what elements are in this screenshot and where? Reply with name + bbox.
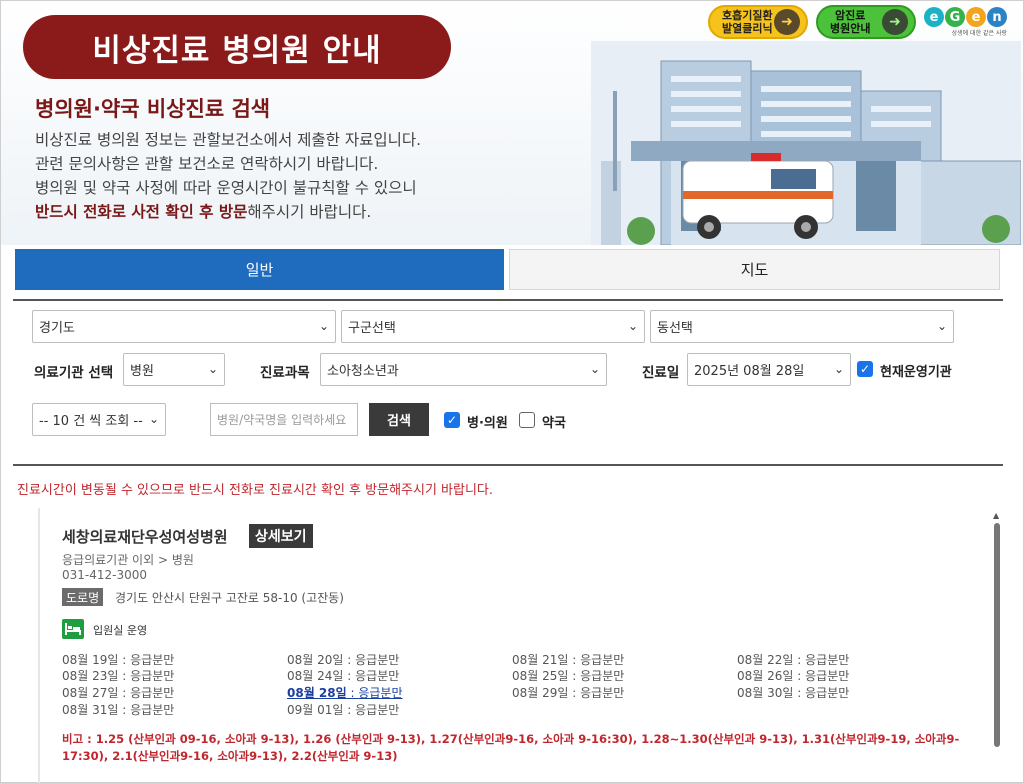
date-value: 2025년 08월 28일: [694, 364, 805, 379]
scrollbar-thumb[interactable]: [994, 523, 1000, 747]
ward-label: 입원실 운영: [93, 624, 148, 637]
hospital-name: 세창의료재단우성여성병원: [62, 528, 228, 546]
schedule-day: 08월 25일 : 응급분만: [512, 669, 625, 683]
remark-text: 비고 : 1.25 (산부인과 09-16, 소아과 9-13), 1.26 (…: [62, 732, 960, 763]
desc-emphasis: 반드시 전화로 사전 확인 후 방문: [35, 203, 248, 221]
desc-line: 병의원 및 약국 사정에 따라 운영시간이 불규칙할 수 있으니: [35, 179, 417, 197]
chevron-down-icon: ⌄: [148, 412, 159, 426]
district-value: 구군선택: [348, 321, 396, 336]
subject-select[interactable]: 소아청소년과 ⌄: [320, 353, 607, 386]
district-select[interactable]: 구군선택 ⌄: [341, 310, 645, 343]
schedule-day: 08월 30일 : 응급분만: [737, 686, 850, 700]
logo-letter: e: [966, 7, 986, 27]
desc-line: 비상진료 병의원 정보는 관할보건소에서 제출한 자료입니다.: [35, 131, 422, 149]
schedule-day: 08월 26일 : 응급분만: [737, 669, 850, 683]
operating-label: 현재운영기관: [880, 365, 952, 380]
chevron-down-icon: ⌄: [936, 319, 947, 333]
chevron-down-icon: ⌄: [833, 362, 844, 376]
hospital-address: 경기도 안산시 단원구 고잔로 58-10 (고잔동): [115, 591, 344, 605]
subject-value: 소아청소년과: [327, 364, 399, 379]
fever-clinic-label: 호흡기질환 발열클리닉: [722, 9, 773, 35]
logo-letter: e: [924, 7, 944, 27]
schedule-day: 08월 24일 : 응급분만: [287, 669, 400, 683]
schedule-day: 08월 29일 : 응급분만: [512, 686, 625, 700]
schedule-day: 08월 31일 : 응급분만: [62, 703, 175, 717]
logo-letter: n: [987, 7, 1007, 27]
tab-map[interactable]: 지도: [509, 249, 1000, 290]
hospital-category: 응급의료기관 이외 > 병원: [62, 553, 194, 567]
page-size-value: -- 10 건 씩 조회 --: [39, 414, 143, 429]
facility-select[interactable]: 병원 ⌄: [123, 353, 225, 386]
schedule-day: 08월 22일 : 응급분만: [737, 653, 850, 667]
dong-select[interactable]: 동선택 ⌄: [650, 310, 954, 343]
divider: [13, 299, 1003, 301]
schedule-day: 08월 23일 : 응급분만: [62, 669, 175, 683]
search-input[interactable]: 병원/약국명을 입력하세요: [210, 403, 358, 436]
facility-value: 병원: [130, 364, 154, 379]
facility-label: 의료기관 선택: [34, 365, 114, 381]
hospital-illustration: [591, 41, 1021, 245]
cancer-hospital-label: 암진료 병원안내: [830, 9, 871, 35]
desc-line: 반드시 전화로 사전 확인 후 방문해주시기 바랍니다.: [35, 200, 421, 224]
divider: [13, 464, 1003, 466]
desc-rest: 해주시기 바랍니다.: [247, 203, 372, 221]
tab-general[interactable]: 일반: [15, 249, 504, 290]
scroll-up-icon[interactable]: ▲: [993, 511, 999, 520]
page-size-select[interactable]: -- 10 건 씩 조회 -- ⌄: [32, 403, 166, 436]
schedule-day: 08월 21일 : 응급분만: [512, 653, 625, 667]
bed-icon: [62, 619, 84, 639]
schedule-day-today[interactable]: 08월 28일 : 응급분만: [287, 684, 403, 701]
schedule-day: 08월 19일 : 응급분만: [62, 653, 175, 667]
page-title: 비상진료 병의원 안내: [23, 15, 451, 79]
schedule-day: 08월 27일 : 응급분만: [62, 686, 175, 700]
hospital-phone: 031-412-3000: [62, 568, 148, 582]
chevron-down-icon: ⌄: [318, 319, 329, 333]
view-tabs: 일반 지도: [15, 249, 1000, 290]
logo-tagline: 상생에 대한 같은 사랑: [951, 30, 1007, 37]
province-value: 경기도: [39, 321, 75, 336]
cancer-hospital-button[interactable]: 암진료 병원안내 ➜: [816, 5, 916, 39]
dong-value: 동선택: [657, 321, 693, 336]
province-select[interactable]: 경기도 ⌄: [32, 310, 336, 343]
search-button[interactable]: 검색: [369, 403, 429, 436]
schedule-day: 08월 20일 : 응급분만: [287, 653, 400, 667]
chevron-down-icon: ⌄: [207, 362, 218, 376]
logo-letter: G: [945, 7, 965, 27]
header-banner: 비상진료 병의원 안내 병의원·약국 비상진료 검색 비상진료 병의원 정보는 …: [1, 1, 1023, 245]
date-select[interactable]: 2025년 08월 28일 ⌄: [687, 353, 851, 386]
banner-subtitle: 병의원·약국 비상진료 검색: [35, 97, 271, 121]
operating-checkbox[interactable]: ✓: [857, 361, 873, 377]
chevron-down-icon: ⌄: [589, 362, 600, 376]
arrow-circle-icon: ➜: [774, 9, 800, 35]
pharmacy-checkbox[interactable]: [519, 412, 535, 428]
desc-line: 관련 문의사항은 관할 보건소로 연락하시기 바랍니다.: [35, 155, 379, 173]
hospital-checkbox[interactable]: ✓: [444, 412, 460, 428]
fever-clinic-button[interactable]: 호흡기질환 발열클리닉 ➜: [708, 5, 808, 39]
subject-label: 진료과목: [260, 365, 310, 381]
banner-description: 비상진료 병의원 정보는 관할보건소에서 제출한 자료입니다. 관련 문의사항은…: [35, 128, 421, 224]
notice-text: 진료시간이 변동될 수 있으므로 반드시 전화로 진료시간 확인 후 방문해주시…: [17, 483, 494, 498]
schedule-day: 09월 01일 : 응급분만: [287, 703, 400, 717]
egen-logo: e G e n 상생에 대한 같은 사랑: [924, 7, 1007, 37]
arrow-circle-icon: ➜: [882, 9, 908, 35]
top-badges: 호흡기질환 발열클리닉 ➜ 암진료 병원안내 ➜ e G e n 상생에 대한 같은…: [708, 5, 1007, 39]
detail-button[interactable]: 상세보기: [249, 524, 313, 548]
pharmacy-label: 약국: [542, 416, 566, 431]
chevron-down-icon: ⌄: [627, 319, 638, 333]
road-address-tag: 도로명: [62, 588, 104, 606]
hospital-label: 병·의원: [467, 416, 508, 431]
date-label: 진료일: [642, 365, 680, 381]
